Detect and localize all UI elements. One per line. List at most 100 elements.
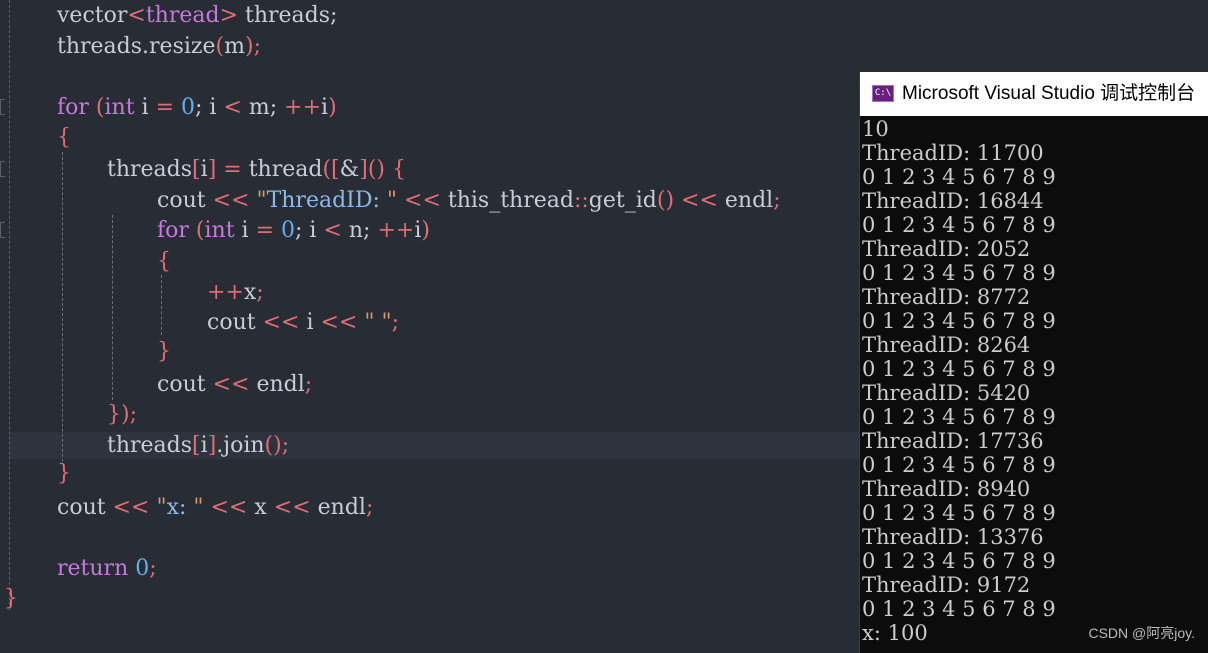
code-token: m bbox=[224, 34, 245, 59]
code-token: i bbox=[234, 218, 256, 243]
code-token: ; bbox=[304, 372, 313, 397]
code-line-14: threads[i].join(); bbox=[107, 431, 289, 461]
debug-console-window[interactable]: C:\ Microsoft Visual Studio 调试控制台 10 Thre… bbox=[859, 72, 1208, 653]
code-token: i bbox=[134, 95, 156, 120]
console-output-line: ThreadID: 8940 bbox=[862, 477, 1031, 501]
fold-marker-for[interactable] bbox=[0, 99, 5, 115]
code-token: .join bbox=[216, 433, 265, 458]
code-token: thread bbox=[145, 3, 220, 28]
code-token: ; bbox=[365, 495, 374, 520]
console-output-line: 0 1 2 3 4 5 6 7 8 9 bbox=[862, 405, 1056, 429]
code-token: ; bbox=[149, 556, 157, 581]
code-token: x: bbox=[166, 495, 194, 520]
console-output-line: ThreadID: 13376 bbox=[862, 525, 1044, 549]
code-line-12: cout << endl; bbox=[157, 370, 312, 400]
code-token: cout bbox=[157, 188, 213, 213]
code-token: << bbox=[320, 310, 358, 335]
code-token: endl bbox=[249, 372, 305, 397]
code-token: ThreadID: bbox=[266, 188, 387, 213]
code-token: ) bbox=[328, 95, 337, 120]
code-token: << bbox=[404, 188, 441, 213]
code-line-5: threads[i] = thread([&]() { bbox=[107, 155, 406, 185]
code-token: get_id bbox=[588, 188, 657, 213]
code-token: ] bbox=[207, 157, 217, 182]
console-app-icon: C:\ bbox=[872, 85, 894, 102]
code-token: " bbox=[149, 495, 167, 520]
code-token: return bbox=[57, 556, 129, 581]
code-token: << bbox=[210, 495, 248, 520]
code-token: ; bbox=[281, 433, 290, 458]
code-token: = bbox=[255, 218, 274, 243]
code-token: n; bbox=[341, 218, 378, 243]
indent-guide-1 bbox=[62, 152, 63, 462]
code-token: 0 bbox=[128, 556, 150, 581]
code-token: ++ bbox=[284, 95, 322, 120]
code-line-3: for (int i = 0; i < m; ++i) bbox=[57, 93, 337, 123]
code-token: ; i bbox=[195, 95, 224, 120]
code-token: ) bbox=[421, 218, 430, 243]
code-token: ( bbox=[215, 34, 225, 59]
code-line-2: threads.resize(m); bbox=[57, 32, 261, 62]
code-token: vector bbox=[57, 3, 128, 28]
code-token: << bbox=[112, 495, 150, 520]
code-token: ; bbox=[253, 34, 261, 59]
console-titlebar[interactable]: C:\ Microsoft Visual Studio 调试控制台 bbox=[860, 72, 1208, 116]
console-output[interactable]: 10 ThreadID: 11700 0 1 2 3 4 5 6 7 8 9 Thre… bbox=[862, 117, 1056, 645]
code-token: ; bbox=[256, 280, 264, 305]
code-token: " bbox=[386, 188, 398, 213]
code-token: & bbox=[339, 157, 360, 182]
code-line-7: for (int i = 0; i < n; ++i) bbox=[157, 216, 430, 246]
console-output-line: x: 100 bbox=[862, 621, 928, 645]
code-token: i bbox=[321, 95, 329, 120]
code-token: << bbox=[681, 188, 718, 213]
code-token: ( bbox=[188, 218, 205, 243]
code-token: for bbox=[57, 95, 89, 120]
code-token: threads bbox=[107, 157, 193, 182]
code-line-17: return 0; bbox=[57, 554, 157, 584]
code-token: < bbox=[223, 95, 242, 120]
code-token: ++ bbox=[207, 280, 244, 305]
fold-marker-lambda[interactable] bbox=[0, 161, 5, 177]
code-token: x bbox=[247, 495, 274, 520]
code-token: = bbox=[223, 157, 242, 182]
code-token: " bbox=[193, 495, 204, 520]
code-line-6: cout << "ThreadID: " << this_thread::get… bbox=[157, 186, 781, 216]
code-token: threads.resize bbox=[57, 34, 216, 59]
code-token: ]() { bbox=[359, 157, 406, 182]
console-output-line: ThreadID: 2052 bbox=[862, 237, 1031, 261]
code-token: = bbox=[155, 95, 174, 120]
code-line-1: vector<thread> threads; bbox=[57, 1, 337, 31]
console-output-line: ThreadID: 11700 bbox=[862, 141, 1044, 165]
fold-marker-inner-for[interactable] bbox=[0, 222, 5, 238]
console-output-line: ThreadID: 8264 bbox=[862, 333, 1031, 357]
code-token: " " bbox=[357, 310, 392, 335]
code-token: ; bbox=[773, 188, 781, 213]
code-token: () bbox=[656, 188, 675, 213]
console-title: Microsoft Visual Studio 调试控制台 bbox=[902, 83, 1196, 104]
indent-guide-3 bbox=[161, 275, 162, 335]
code-line-10: cout << i << " "; bbox=[207, 308, 399, 338]
code-token: thread bbox=[241, 157, 323, 182]
code-line-18: } bbox=[4, 586, 18, 611]
code-token: int bbox=[104, 95, 135, 120]
code-token: cout bbox=[57, 495, 113, 520]
code-line-4: { bbox=[57, 125, 71, 150]
console-output-line: 0 1 2 3 4 5 6 7 8 9 bbox=[862, 453, 1056, 477]
code-token: this_thread bbox=[440, 188, 574, 213]
indent-guide-2 bbox=[112, 215, 113, 400]
console-output-line: 0 1 2 3 4 5 6 7 8 9 bbox=[862, 597, 1056, 621]
code-token: ; i bbox=[295, 218, 324, 243]
console-output-line: 0 1 2 3 4 5 6 7 8 9 bbox=[862, 357, 1056, 381]
console-output-line: 0 1 2 3 4 5 6 7 8 9 bbox=[862, 501, 1056, 525]
code-token: threads bbox=[107, 433, 193, 458]
code-line-16: cout << "x: " << x << endl; bbox=[57, 493, 373, 523]
code-line-11: } bbox=[157, 339, 171, 364]
code-token: endl bbox=[717, 188, 774, 213]
code-line-8: { bbox=[157, 249, 171, 274]
code-token: < bbox=[323, 218, 342, 243]
code-token: m; bbox=[241, 95, 285, 120]
console-output-line: ThreadID: 5420 bbox=[862, 381, 1031, 405]
code-token: ) bbox=[244, 34, 254, 59]
